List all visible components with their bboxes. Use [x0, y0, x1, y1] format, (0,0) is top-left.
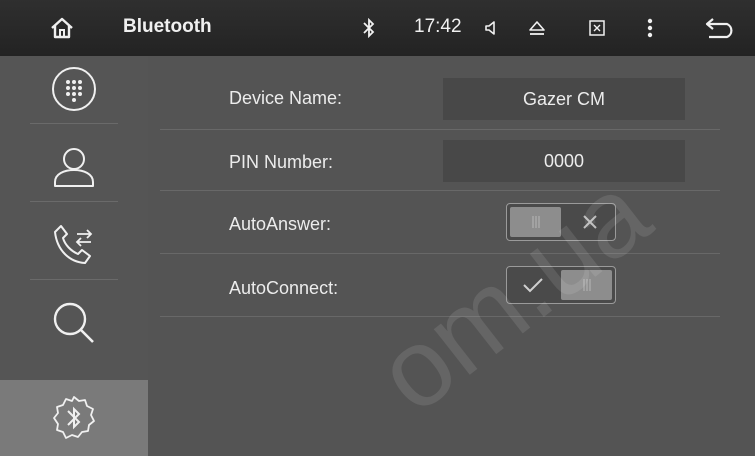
call-log-icon [54, 225, 93, 264]
more-icon [647, 18, 653, 38]
more-button[interactable] [638, 0, 662, 56]
toggle-off-side [564, 204, 615, 240]
auto-answer-toggle[interactable] [506, 203, 616, 241]
sidebar-item-call-log[interactable] [0, 212, 148, 278]
clock: 17:42 [414, 16, 462, 37]
toggle-knob [510, 207, 561, 237]
volume-icon [485, 21, 495, 35]
grip-icon [583, 279, 590, 291]
divider [160, 253, 720, 254]
eject-button[interactable] [522, 0, 552, 56]
divider [160, 190, 720, 191]
pin-number-field[interactable]: 0000 [443, 140, 685, 182]
divider [30, 123, 118, 124]
divider [30, 201, 118, 202]
bluetooth-status-icon [356, 0, 382, 56]
status-bar: Bluetooth 17:42 [0, 0, 755, 56]
cross-icon [582, 215, 597, 229]
pin-number-label: PIN Number: [229, 152, 334, 172]
toggle-knob [561, 270, 612, 300]
close-window-icon [589, 20, 605, 36]
back-button[interactable] [697, 0, 743, 56]
divider [160, 316, 720, 317]
contacts-icon [54, 148, 94, 187]
grip-icon [532, 216, 539, 228]
auto-answer-label: AutoAnswer: [229, 214, 332, 234]
device-name-field[interactable]: Gazer CM [443, 78, 685, 120]
sidebar-item-contacts[interactable] [0, 134, 148, 200]
volume-button[interactable] [478, 0, 506, 56]
sidebar [0, 56, 148, 456]
sidebar-item-bluetooth-settings[interactable] [0, 380, 148, 456]
auto-connect-label: AutoConnect: [229, 278, 339, 298]
auto-connect-toggle[interactable] [506, 266, 616, 304]
sidebar-item-search[interactable] [0, 290, 148, 356]
divider [30, 279, 118, 280]
divider [160, 129, 720, 130]
page-title: Bluetooth [123, 16, 212, 37]
bluetooth-settings-icon [53, 396, 95, 439]
home-icon [51, 17, 73, 39]
device-name-label: Device Name: [229, 88, 343, 108]
close-window-button[interactable] [583, 0, 611, 56]
sidebar-item-dialpad[interactable] [0, 56, 148, 122]
eject-icon [529, 21, 545, 35]
back-icon [705, 18, 733, 39]
toggle-on-side [507, 267, 558, 303]
home-button[interactable] [40, 0, 84, 56]
dialpad-icon [52, 67, 96, 111]
search-icon [53, 302, 94, 343]
check-icon [522, 278, 543, 293]
